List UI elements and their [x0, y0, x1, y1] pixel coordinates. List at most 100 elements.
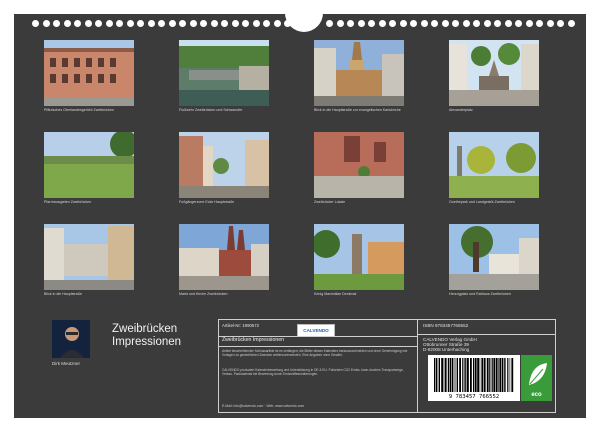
photo-8: [449, 132, 539, 198]
binding-hole: [567, 20, 575, 27]
photo-caption: Zweibrücker Lokale: [314, 200, 346, 204]
photo-9: [44, 224, 134, 290]
photo-11: [314, 224, 404, 290]
binding-hole: [420, 20, 428, 27]
barcode-bar: [481, 358, 484, 392]
product-description: Artikel beschreibender Schlussartikel is…: [222, 349, 408, 357]
binding-hole: [137, 20, 144, 27]
barcode-bar: [509, 358, 511, 392]
barcode-bar: [447, 358, 449, 392]
binding-hole: [53, 20, 60, 27]
binding-hole: [494, 20, 501, 27]
binding-hole: [336, 20, 344, 27]
binding-hole: [536, 20, 543, 27]
photo-caption: König Maximilian Denkmal: [314, 292, 357, 296]
binding-hole: [452, 20, 459, 27]
photo-caption: Alexanderplatz: [449, 108, 473, 112]
author-name: Dirk Meutzner: [52, 361, 81, 366]
binding-hole: [294, 20, 302, 27]
barcode-bar: [453, 358, 455, 392]
binding-hole: [63, 20, 71, 27]
barcode-bar: [491, 358, 493, 392]
binding-hole: [84, 20, 92, 27]
binding-hole: [95, 20, 102, 27]
barcode-bar: [437, 358, 439, 392]
binding-hole: [263, 20, 270, 27]
barcode-bar: [479, 358, 481, 392]
binding-hole: [515, 20, 522, 27]
barcode-bar: [462, 358, 464, 392]
hanger-cutout: [285, 6, 323, 32]
barcode-bar: [505, 358, 506, 392]
photo-7: [314, 132, 404, 198]
barcode-bar: [441, 358, 443, 392]
binding-hole: [273, 20, 281, 27]
binding-hole: [147, 20, 155, 27]
photo-caption: Herzogplatz und Rathaus Zweibrücken: [449, 292, 511, 296]
binding-hole: [431, 20, 438, 27]
barcode-bar: [511, 358, 514, 392]
barcode-bar: [507, 358, 509, 392]
barcode-bar: [464, 358, 465, 392]
barcode-bar: [474, 358, 477, 392]
title-line-2: Impressionen: [112, 336, 182, 348]
photo-caption: Pfarrhausgarten Zweibrücken: [44, 200, 92, 204]
product-info-box: Artikel-Nr: 1990572 CALVENDO Zweibrücken…: [218, 319, 556, 413]
barcode-bar: [501, 358, 503, 392]
photo-caption: Flußwehr Zweibrücken und Schwanufer: [179, 108, 243, 112]
barcode-bar: [456, 358, 458, 392]
eco-label: eco: [531, 392, 542, 398]
barcode-bar: [455, 358, 457, 392]
production-note: CALVENDO produziert Kalenderbewertung un…: [222, 368, 404, 376]
binding-hole: [557, 20, 564, 27]
isbn: ISBN 9783457766552: [423, 323, 469, 328]
binding-hole: [399, 20, 407, 27]
barcode-bar: [499, 358, 502, 392]
binding-hole: [242, 20, 249, 27]
binding-hole: [200, 20, 207, 27]
photo-caption: Fußgängerzone Ecke Hauptstraße: [179, 200, 235, 204]
barcode-bar: [438, 358, 440, 392]
photo-2: [179, 40, 269, 106]
barcode-bar: [452, 358, 454, 392]
binding-hole: [441, 20, 449, 27]
binding-hole: [389, 20, 396, 27]
barcode-bar: [483, 358, 486, 392]
binding-hole: [546, 20, 554, 27]
barcode-bar: [434, 358, 436, 392]
eco-badge: eco: [521, 355, 552, 401]
binding-hole: [189, 20, 197, 27]
binding-hole: [326, 20, 333, 27]
barcode-bar: [444, 358, 447, 392]
binding-hole: [221, 20, 228, 27]
barcode-bar: [470, 358, 472, 392]
binding-hole: [158, 20, 165, 27]
binding-hole: [357, 20, 365, 27]
barcode-bar: [459, 358, 461, 392]
binding-hole: [210, 20, 218, 27]
calendar-back-cover: Pfälzisches Oberlandesgericht Zweibrücke…: [14, 6, 586, 418]
binding-hole: [483, 20, 491, 27]
binding-hole: [116, 20, 123, 27]
binding-hole: [252, 20, 260, 27]
photo-1: [44, 40, 134, 106]
info-left-panel: Artikel-Nr: 1990572 CALVENDO Zweibrücken…: [219, 320, 418, 412]
publisher-city: D-82008 Unterhaching: [423, 347, 470, 352]
barcode-bar: [435, 358, 437, 392]
photo-4: [449, 40, 539, 106]
barcode-bar: [495, 358, 498, 392]
barcode-bar: [503, 358, 505, 392]
binding-hole: [473, 20, 480, 27]
barcode-bar: [467, 358, 469, 392]
photo-12: [449, 224, 539, 290]
barcode-number: 9 783457 766552: [448, 394, 500, 400]
calendar-title: Zweibrücken Impressionen: [112, 323, 181, 349]
barcode-bar: [493, 358, 496, 392]
barcode-bar: [486, 358, 489, 392]
author-portrait: [52, 320, 90, 358]
photo-caption: Pfälzisches Oberlandesgericht Zweibrücke…: [44, 108, 114, 112]
binding-hole: [525, 20, 533, 27]
barcode-bar: [477, 358, 479, 392]
photo-5: [44, 132, 134, 198]
binding-hole: [504, 20, 512, 27]
